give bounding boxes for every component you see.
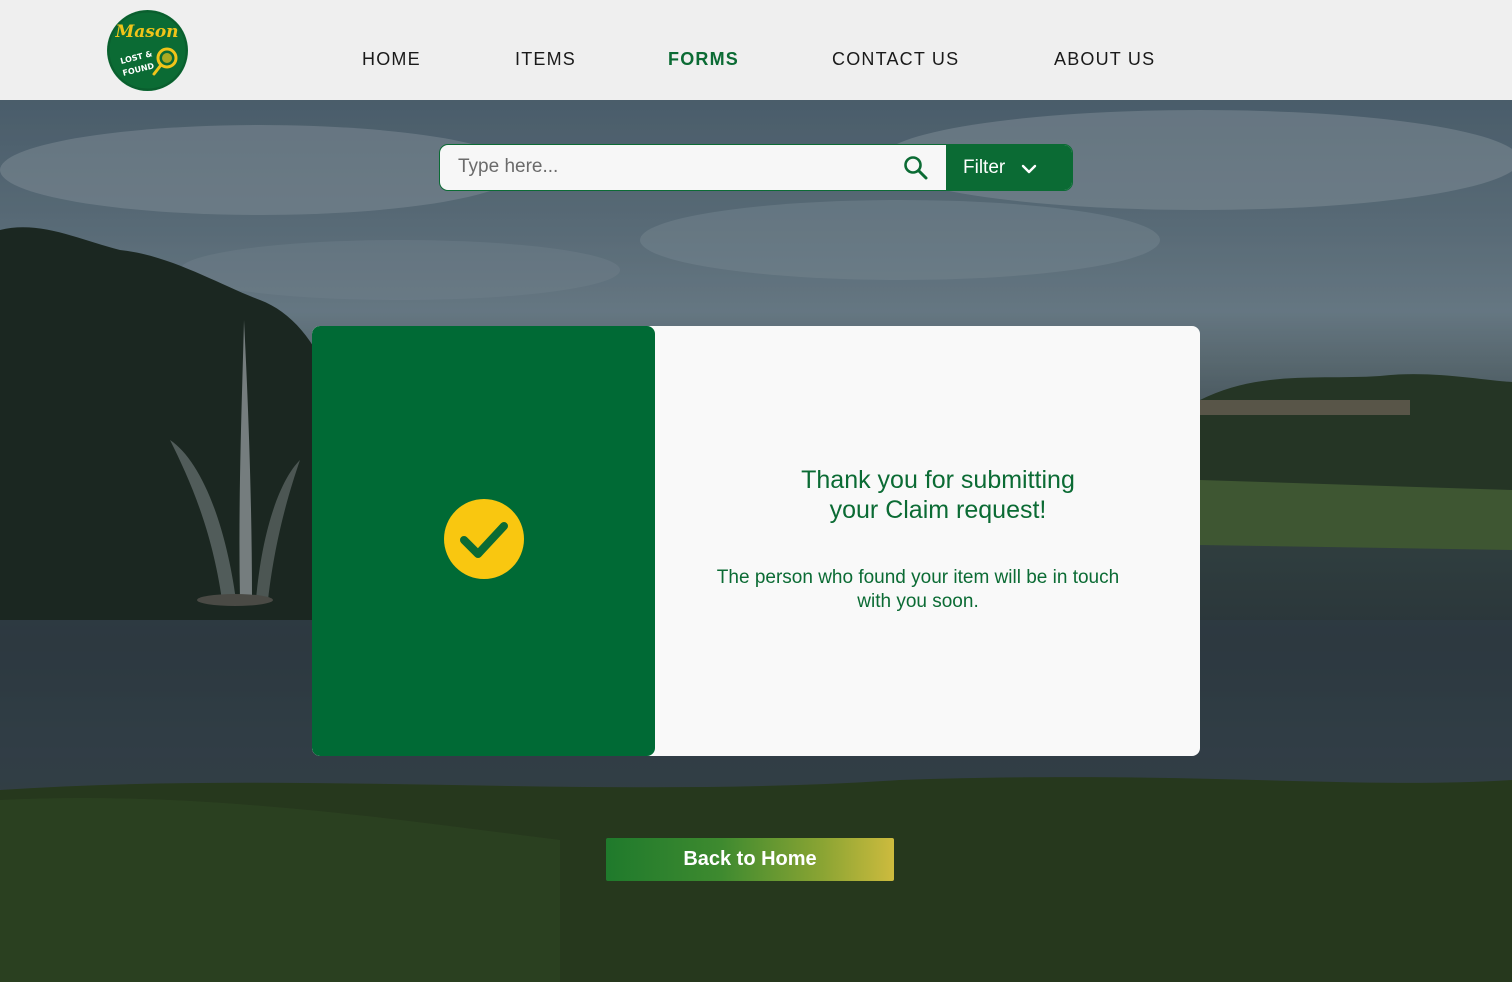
nav-items[interactable]: ITEMS — [515, 49, 576, 70]
chevron-down-icon — [1020, 160, 1038, 174]
search-input[interactable] — [440, 145, 895, 189]
filter-dropdown-button[interactable]: Filter — [946, 145, 1072, 190]
confirmation-card-accent-panel — [312, 326, 655, 756]
confirmation-card: Thank you for submitting your Claim requ… — [312, 326, 1200, 756]
search-icon[interactable] — [902, 154, 930, 182]
top-navigation-bar: Mason LOST & FOUND HOME ITEMS FORMS CONT… — [0, 0, 1512, 100]
nav-forms[interactable]: FORMS — [668, 49, 739, 70]
confirmation-title: Thank you for submitting your Claim requ… — [801, 466, 1075, 524]
filter-label: Filter — [963, 157, 1006, 178]
nav-home[interactable]: HOME — [362, 49, 421, 70]
search-bar: Filter — [439, 144, 1073, 191]
check-circle-icon — [444, 499, 524, 579]
confirmation-message: The person who found your item will be i… — [716, 567, 1120, 612]
lost-and-found-logo[interactable]: Mason LOST & FOUND — [107, 10, 188, 91]
back-to-home-button[interactable]: Back to Home — [606, 838, 894, 881]
nav-contact-us[interactable]: CONTACT US — [832, 49, 959, 70]
nav-about-us[interactable]: ABOUT US — [1054, 49, 1155, 70]
logo-wordmark: Mason — [114, 22, 178, 42]
